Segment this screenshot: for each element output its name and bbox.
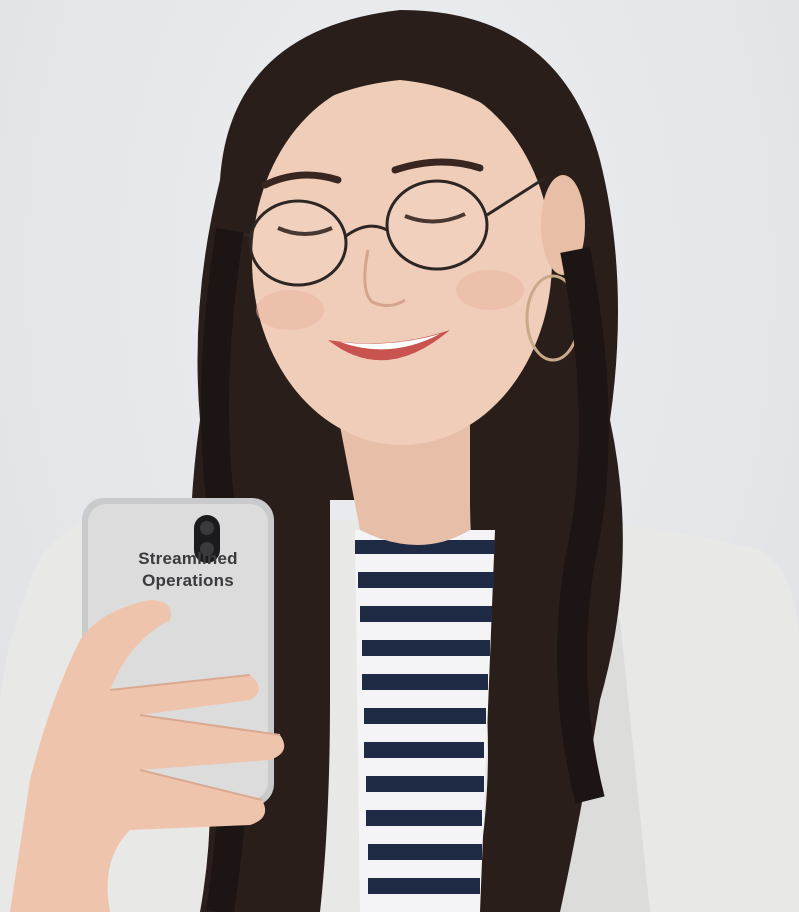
striped-shirt (355, 530, 495, 912)
phone-overlay-text: Streamlined Operations (118, 548, 258, 592)
overlay-line1: Streamlined (138, 549, 238, 568)
photo-scene: Streamlined Operations (0, 0, 799, 912)
photo-illustration (0, 10, 799, 912)
overlay-line2: Operations (142, 571, 234, 590)
